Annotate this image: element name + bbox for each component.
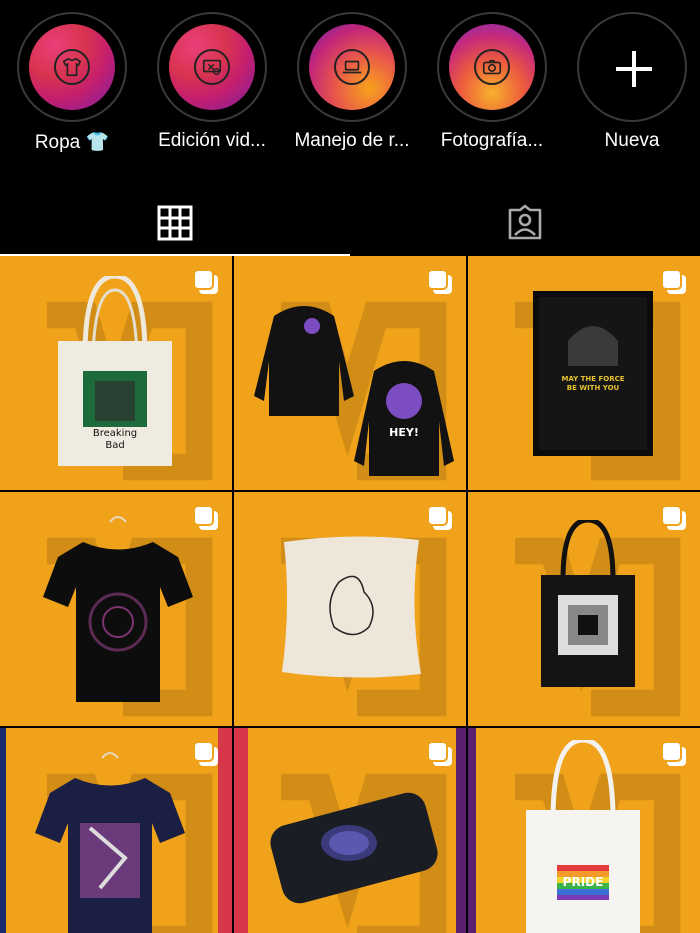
accent-stripe xyxy=(234,728,248,933)
accent-stripe xyxy=(468,728,476,933)
post-pillow[interactable] xyxy=(234,492,466,726)
highlight-label: Fotografía... xyxy=(440,130,544,151)
new-highlight-ring xyxy=(577,12,687,122)
highlight-cover xyxy=(449,24,535,110)
highlight-ring xyxy=(157,12,267,122)
svg-text:PRIDE: PRIDE xyxy=(563,875,604,889)
tshirt-image xyxy=(35,752,185,933)
svg-text:HEY!: HEY! xyxy=(389,426,419,439)
highlight-cover xyxy=(309,24,395,110)
svg-text:MAY THE FORCE: MAY THE FORCE xyxy=(561,375,624,383)
svg-text:Breaking: Breaking xyxy=(93,428,137,439)
story-highlights: Ropa 👕 Edición vid... Manejo de r... Fot… xyxy=(0,0,700,180)
highlight-label: Manejo de r... xyxy=(294,130,410,151)
video-edit-icon xyxy=(194,49,230,85)
multiple-posts-icon xyxy=(661,505,686,530)
multiple-posts-icon xyxy=(661,269,686,294)
post-pride-tote[interactable]: PRIDE xyxy=(468,728,700,933)
camera-icon xyxy=(474,49,510,85)
phone-case-image xyxy=(270,792,438,904)
multiple-posts-icon xyxy=(193,505,218,530)
post-hoodies[interactable]: HEY! xyxy=(234,256,466,490)
tshirt-image xyxy=(43,516,193,702)
post-tshirt-spiral[interactable] xyxy=(0,492,232,726)
profile-tabs xyxy=(0,190,700,256)
hoodies-image: HEY! xyxy=(254,306,454,476)
svg-text:Bad: Bad xyxy=(105,440,124,451)
post-star-wars-poster[interactable]: MAY THE FORCE BE WITH YOU xyxy=(468,256,700,490)
accent-stripe xyxy=(456,728,466,933)
tote-bag-image: PRIDE xyxy=(526,740,640,933)
highlight-cover xyxy=(169,24,255,110)
highlight-ring xyxy=(17,12,127,122)
tab-posts-grid[interactable] xyxy=(0,190,350,256)
svg-text:BE WITH YOU: BE WITH YOU xyxy=(567,384,620,392)
poster-image: MAY THE FORCE BE WITH YOU xyxy=(533,291,653,456)
tote-bag-image: Breaking Bad xyxy=(58,276,172,466)
highlight-label: Ropa 👕 xyxy=(34,132,110,153)
multiple-posts-icon xyxy=(427,741,452,766)
pillow-image xyxy=(282,536,421,678)
tshirt-icon xyxy=(54,49,90,85)
highlight-cover xyxy=(29,24,115,110)
highlight-ring xyxy=(297,12,407,122)
tote-bag-image xyxy=(541,520,635,687)
highlight-label: Nueva xyxy=(604,130,660,151)
grid-icon xyxy=(157,205,193,241)
post-black-tote[interactable] xyxy=(468,492,700,726)
tagged-person-icon xyxy=(508,204,542,240)
multiple-posts-icon xyxy=(193,741,218,766)
tab-tagged[interactable] xyxy=(350,190,700,256)
plus-icon xyxy=(614,49,654,89)
multiple-posts-icon xyxy=(427,505,452,530)
post-tote-breaking-bad[interactable]: Breaking Bad xyxy=(0,256,232,490)
accent-stripe xyxy=(218,728,232,933)
post-phone-case[interactable] xyxy=(234,728,466,933)
multiple-posts-icon xyxy=(661,741,686,766)
posts-grid: Breaking Bad HEY! MAY THE FORCE BE WITH … xyxy=(0,256,700,933)
laptop-icon xyxy=(334,49,370,85)
multiple-posts-icon xyxy=(427,269,452,294)
multiple-posts-icon xyxy=(193,269,218,294)
highlight-label: Edición vid... xyxy=(158,130,266,151)
accent-stripe xyxy=(0,728,6,933)
post-navy-tshirt[interactable] xyxy=(0,728,232,933)
highlight-ring xyxy=(437,12,547,122)
